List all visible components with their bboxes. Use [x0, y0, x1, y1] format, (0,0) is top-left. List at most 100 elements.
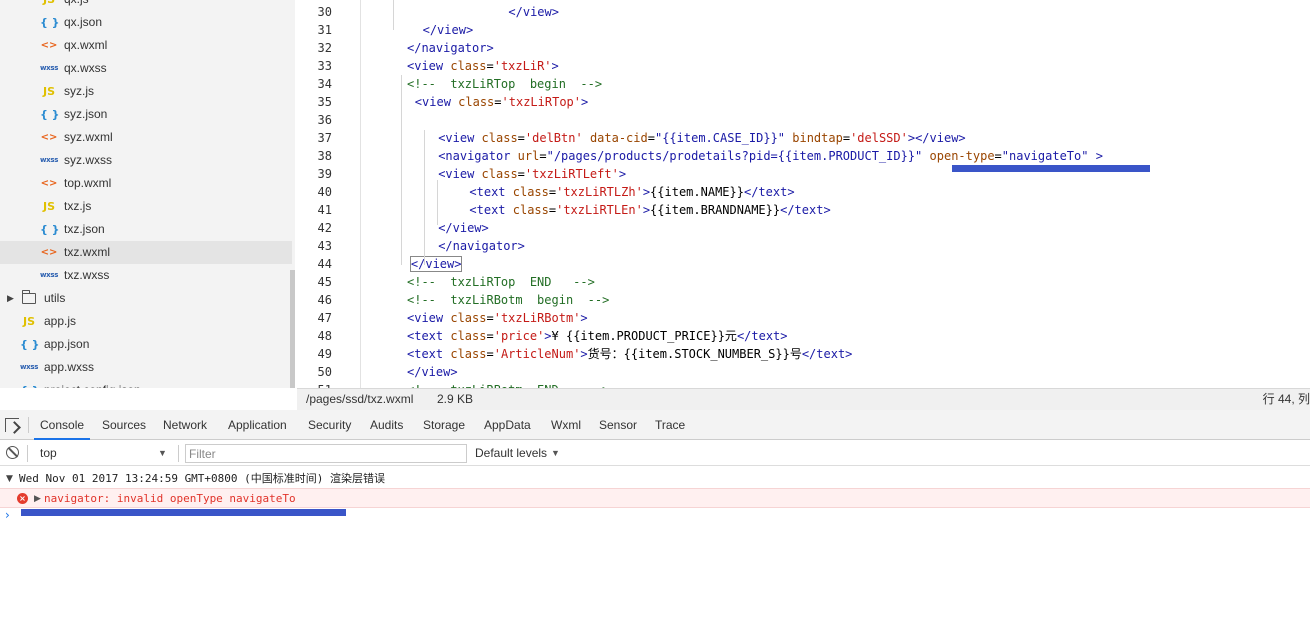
- code-token: =: [517, 131, 525, 145]
- file-item[interactable]: wxss txz.wxss: [0, 264, 292, 287]
- file-item[interactable]: JS txz.js: [0, 195, 292, 218]
- tab-security[interactable]: Security: [308, 410, 351, 440]
- code-line[interactable]: <!-- txzLiRBotm begin -->: [407, 291, 609, 309]
- code-token: data-cid: [589, 131, 648, 145]
- chevron-down-icon[interactable]: ▼: [551, 441, 560, 466]
- code-line[interactable]: <text class='ArticleNum'>货号：{{item.STOCK…: [407, 345, 852, 363]
- file-item[interactable]: wxss syz.wxss: [0, 149, 292, 172]
- tab-appdata[interactable]: AppData: [484, 410, 531, 440]
- console-prompt-icon[interactable]: ›: [5, 508, 10, 522]
- code-token: {{item.BRANDNAME}}: [650, 203, 781, 217]
- code-line[interactable]: </view>: [423, 21, 474, 39]
- file-item[interactable]: { } project.config.json: [0, 379, 292, 388]
- line-number: 40: [317, 185, 332, 199]
- tab-network[interactable]: Network: [163, 410, 207, 440]
- file-item[interactable]: { } app.json: [0, 333, 292, 356]
- file-item[interactable]: wxss app.wxss: [0, 356, 292, 379]
- js-file-icon: JS: [40, 0, 58, 11]
- json-file-icon: { }: [20, 338, 40, 351]
- indent-guide: [401, 75, 402, 265]
- code-token: <navigator: [438, 149, 518, 163]
- code-token: >: [580, 311, 588, 325]
- code-line[interactable]: <!-- txzLiRTop END -->: [407, 273, 595, 291]
- code-line[interactable]: <view class='delBtn' data-cid="{{item.CA…: [438, 129, 965, 147]
- tab-storage[interactable]: Storage: [423, 410, 465, 440]
- file-item[interactable]: <> syz.wxml: [0, 126, 292, 149]
- code-token: =: [994, 149, 1002, 163]
- file-item[interactable]: JS qx.js: [0, 0, 292, 11]
- file-item[interactable]: <> qx.wxml: [0, 34, 292, 57]
- file-item[interactable]: wxss qx.wxss: [0, 57, 292, 80]
- code-editor[interactable]: 30 31 32 33 34 35 36 37 38 39 40 41 42 43 44 45 46 47 48 49…: [297, 0, 1310, 388]
- code-token: 'txzLiRBotm': [493, 311, 581, 325]
- sidebar-scrollbar[interactable]: [290, 270, 295, 388]
- log-group-text: Wed Nov 01 2017 13:24:59 GMT+0800 (中国标准时…: [19, 472, 386, 485]
- log-group-header[interactable]: ▼ Wed Nov 01 2017 13:24:59 GMT+0800 (中国标…: [0, 469, 1310, 489]
- inspect-element-icon[interactable]: [5, 418, 19, 432]
- code-line[interactable]: </view>: [438, 219, 489, 237]
- code-line[interactable]: </view>: [407, 363, 458, 381]
- code-line[interactable]: </navigator>: [407, 39, 494, 57]
- context-selector[interactable]: top: [40, 441, 57, 466]
- code-line[interactable]: <view class='txzLiR'>: [407, 57, 559, 75]
- tab-wxml[interactable]: Wxml: [551, 410, 581, 440]
- tab-sensor[interactable]: Sensor: [599, 410, 637, 440]
- file-item[interactable]: { } txz.json: [0, 218, 292, 241]
- clear-console-icon[interactable]: [6, 446, 19, 459]
- code-token: url: [517, 149, 540, 163]
- log-levels-dropdown[interactable]: Default levels: [475, 441, 547, 466]
- error-message: navigator: invalid openType navigateTo: [44, 492, 296, 505]
- code-line[interactable]: </view>: [508, 3, 559, 21]
- annotation-underline-error: [21, 509, 346, 516]
- code-line[interactable]: <view class='txzLiRTop'>: [415, 93, 588, 111]
- code-line[interactable]: <navigator url = "/pages/products/prodetai…: [438, 147, 1103, 165]
- filter-input[interactable]: [185, 444, 467, 463]
- file-name: syz.wxml: [64, 130, 113, 144]
- code-line[interactable]: <text class='txzLiRTLZh'>{{item.NAME}}</…: [469, 183, 794, 201]
- line-number: 46: [317, 293, 332, 307]
- file-name: project.config.json: [44, 379, 141, 388]
- file-name: txz.wxss: [64, 268, 110, 282]
- code-line[interactable]: </view>: [409, 255, 463, 273]
- code-token: >: [618, 167, 627, 181]
- log-error-row[interactable]: × ▶ navigator: invalid openType navigate…: [0, 488, 1310, 508]
- code-line[interactable]: <text class='price'>¥ {{item.PRODUCT_PRI…: [407, 327, 788, 345]
- tab-sources[interactable]: Sources: [102, 410, 146, 440]
- code-line[interactable]: <view class='txzLiRBotm'>: [407, 309, 588, 327]
- code-token: "/pages/products/prodetails?pid={{item.P…: [546, 149, 923, 163]
- chevron-down-icon[interactable]: ▼: [158, 441, 167, 466]
- wxml-file-icon: <>: [40, 178, 58, 189]
- file-item[interactable]: { } qx.json: [0, 11, 292, 34]
- editor-status-bar: /pages/ssd/txz.wxml 2.9 KB 行 44, 列: [297, 388, 1310, 410]
- code-token: </text>: [736, 329, 788, 343]
- expand-triangle-icon[interactable]: ▼: [6, 469, 13, 489]
- folder-item[interactable]: ▶ utils: [0, 287, 292, 310]
- line-number: 49: [317, 347, 332, 361]
- js-file-icon: JS: [22, 315, 35, 328]
- tab-application[interactable]: Application: [228, 410, 287, 440]
- tab-audits[interactable]: Audits: [370, 410, 403, 440]
- code-line[interactable]: <!-- txzLiRBotm END -->: [407, 381, 609, 388]
- wxml-file-icon: <>: [40, 40, 58, 51]
- file-item[interactable]: JS app.js: [0, 310, 292, 333]
- code-line[interactable]: </navigator>: [438, 237, 525, 255]
- code-token: 'txzLiRTLEn': [556, 203, 643, 217]
- code-line[interactable]: <!-- txzLiRTop begin -->: [407, 75, 602, 93]
- file-item[interactable]: { } syz.json: [0, 103, 292, 126]
- toolbar-divider: [178, 445, 179, 462]
- code-token: {{item.NAME}}: [650, 185, 744, 199]
- file-item[interactable]: <> top.wxml: [0, 172, 292, 195]
- file-item[interactable]: JS syz.js: [0, 80, 292, 103]
- expand-caret-icon[interactable]: ▶: [7, 287, 14, 310]
- wxss-file-icon: wxss: [20, 363, 39, 371]
- code-line[interactable]: <text class='txzLiRTLEn'>{{item.BRANDNAM…: [469, 201, 830, 219]
- tab-trace[interactable]: Trace: [655, 410, 685, 440]
- expand-triangle-icon[interactable]: ▶: [34, 489, 41, 509]
- code-token: =: [486, 347, 494, 361]
- file-item[interactable]: <> txz.wxml: [0, 241, 292, 264]
- tab-console[interactable]: Console: [34, 410, 91, 440]
- code-token: <text: [407, 347, 451, 361]
- line-number: 44: [317, 257, 332, 271]
- code-line[interactable]: <view class='txzLiRTLeft'>: [438, 165, 626, 183]
